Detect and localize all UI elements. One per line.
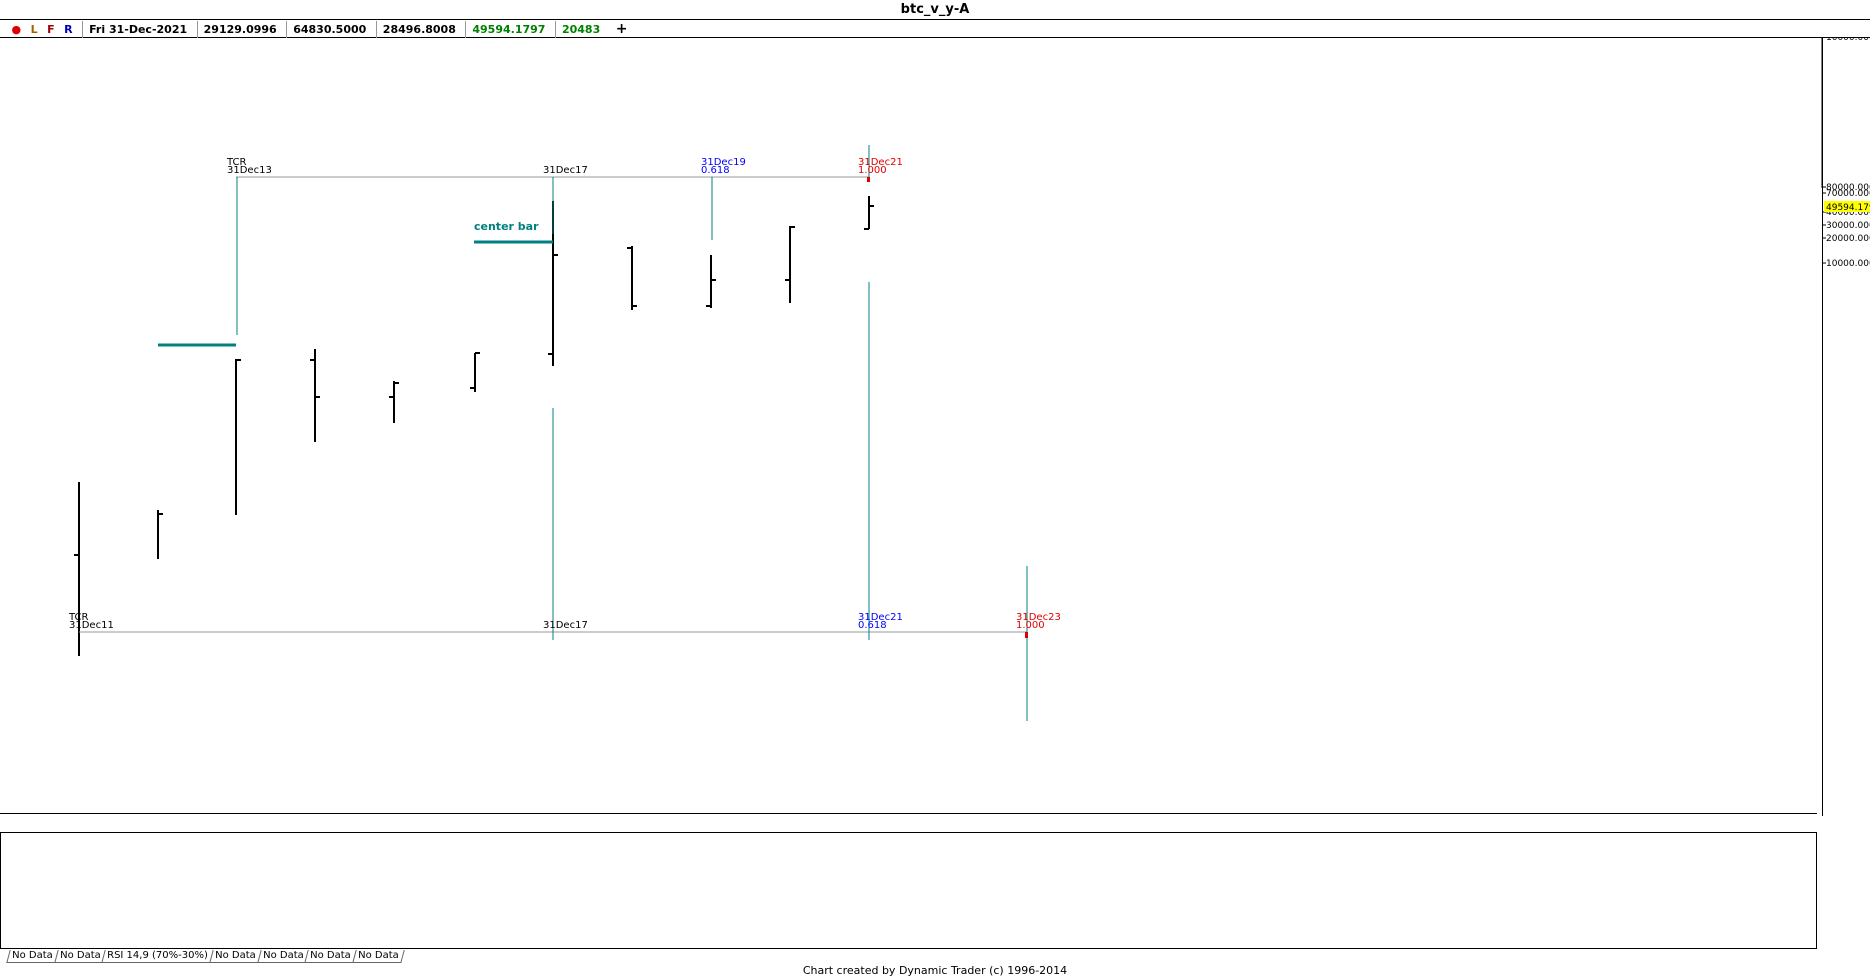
date-label-2017-lower: 31Dec17 bbox=[543, 620, 588, 631]
bar-volume: 20483 bbox=[554, 21, 606, 38]
axis-tick-label: 20000.000 bbox=[1826, 234, 1870, 244]
bar-open: 29129.0996 bbox=[196, 21, 283, 38]
axis-tick-label: 10000.000 bbox=[1826, 259, 1870, 269]
price-chart[interactable]: center barTCR31Dec13 31Dec1731Dec190.6183… bbox=[0, 38, 1820, 813]
window-title: btc_v_y-A bbox=[0, 0, 1870, 20]
bar-high: 64830.5000 bbox=[286, 21, 372, 38]
add-icon[interactable]: + bbox=[610, 21, 634, 38]
last-price-label: 49594.179 bbox=[1826, 203, 1870, 213]
bar-low: 28496.8008 bbox=[375, 21, 462, 38]
axis-tick-label: 30000.000 bbox=[1826, 221, 1870, 231]
tab-indicator-4[interactable]: No Data bbox=[209, 950, 262, 963]
tab-indicator-7[interactable]: No Data bbox=[352, 950, 405, 963]
ratio-label-618-lower: 0.618 bbox=[858, 620, 887, 631]
tab-indicator-6[interactable]: No Data bbox=[304, 950, 357, 963]
red-tick-2021 bbox=[867, 177, 870, 182]
axis-tick-label: 10000.000 bbox=[1826, 38, 1870, 43]
center-bar-label: center bar bbox=[474, 220, 539, 233]
tab-indicator-1[interactable]: No Data bbox=[6, 950, 59, 963]
footer-credit: Chart created by Dynamic Trader (c) 1996… bbox=[802, 964, 1068, 977]
lock-button[interactable]: L bbox=[31, 21, 38, 38]
reverse-button[interactable]: R bbox=[64, 21, 72, 38]
indicator-panel[interactable] bbox=[0, 832, 1817, 949]
ratio-label-618-upper: 0.618 bbox=[701, 165, 730, 176]
forward-button[interactable]: F bbox=[47, 21, 55, 38]
date-label-2017-upper: 31Dec17 bbox=[543, 165, 588, 176]
bar-close: 49594.1797 bbox=[465, 21, 551, 38]
red-dot-icon[interactable]: ● bbox=[12, 21, 22, 38]
tab-indicator-5[interactable]: No Data bbox=[256, 950, 310, 963]
ratio-label-1000-upper: 1.000 bbox=[858, 165, 887, 176]
indicator-tabs: No Data No Data RSI 14,9 (70%-30%) No Data N… bbox=[6, 950, 405, 963]
date-label-2013: 31Dec13 bbox=[227, 165, 272, 176]
info-bar: ● L F R Fri 31-Dec-2021 29129.0996 64830… bbox=[0, 21, 1870, 38]
date-label-2011: 31Dec11 bbox=[69, 620, 114, 631]
panel-divider[interactable] bbox=[0, 813, 1817, 814]
axis-tick-label: 70000.000 bbox=[1826, 189, 1870, 199]
bar-date: Fri 31-Dec-2021 bbox=[82, 21, 193, 38]
tab-indicator-2[interactable]: No Data bbox=[53, 950, 107, 963]
price-axis[interactable]: 10000.00080000.00070000.00040000.0003000… bbox=[1820, 38, 1870, 338]
tab-rsi[interactable]: RSI 14,9 (70%-30%) bbox=[101, 950, 214, 963]
ratio-label-1000-lower: 1.000 bbox=[1016, 620, 1045, 631]
red-tick-2023 bbox=[1025, 632, 1028, 638]
